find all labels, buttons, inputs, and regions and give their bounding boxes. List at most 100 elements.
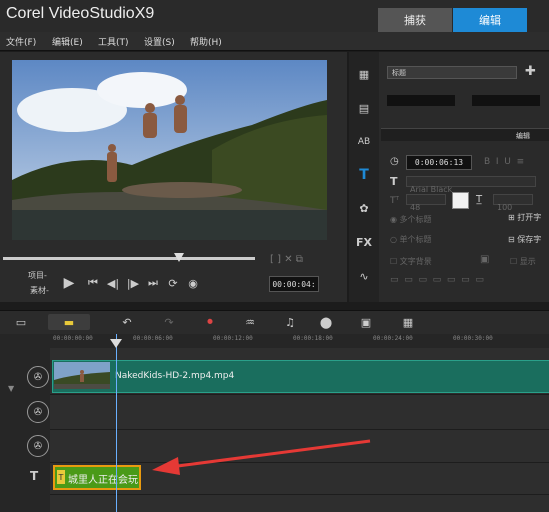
arrow-shaft <box>169 439 371 469</box>
tab-capture[interactable]: 捕获 <box>378 8 452 32</box>
fx-icon[interactable]: FX <box>352 232 376 252</box>
video-preview <box>12 60 327 240</box>
font-size-select[interactable]: 48 <box>406 194 446 212</box>
graphic-icon[interactable]: ✿ <box>352 198 376 218</box>
video-clip-thumbnail <box>54 362 110 389</box>
play-icon[interactable]: ▶ <box>60 275 78 291</box>
timecode-display[interactable]: 00:00:04: <box>269 276 319 292</box>
title-track-icon[interactable]: T <box>30 469 38 483</box>
display-checkbox[interactable]: ☐ 显示 <box>510 256 536 267</box>
storyboard-view-icon[interactable]: ▭ <box>10 314 32 330</box>
display-label: 显示 <box>519 257 536 266</box>
undo-icon[interactable]: ↶ <box>118 314 136 330</box>
open-title-label: 打开字 <box>517 213 542 222</box>
font-name: Arial Black <box>410 185 453 194</box>
font-icon: T <box>390 175 398 188</box>
add-favorite-icon[interactable]: ✚ <box>525 64 536 79</box>
app-logo: Corel VideoStudioX9 <box>6 5 154 23</box>
line-spacing-value: 100 <box>497 203 513 212</box>
font-size-icon: Tᵀ <box>390 196 399 206</box>
enlarge-icon[interactable]: ⧉ <box>296 254 303 265</box>
volume-icon[interactable]: ◉ <box>184 276 202 290</box>
title-icon[interactable]: T <box>352 165 376 185</box>
repeat-icon[interactable]: ⟳ <box>164 276 182 290</box>
track-divider <box>50 494 549 495</box>
logo-brand: Corel <box>6 5 45 22</box>
logo-version: X9 <box>134 5 155 22</box>
multi-camera-icon[interactable]: ▦ <box>398 314 418 330</box>
preset-select-value: 标题 <box>392 68 406 77</box>
mode-clip[interactable]: 素材- <box>30 285 49 296</box>
line-spacing-select[interactable]: 100 <box>493 194 533 212</box>
overlay-track-2-icon[interactable]: ✇ <box>27 435 49 457</box>
ruler-tick: 00:00:18:00 <box>293 335 333 342</box>
text-background-label: 文字背景 <box>399 257 432 266</box>
title-clip-trim-handle[interactable]: T <box>57 470 65 484</box>
preview-thumb-b[interactable] <box>472 95 540 106</box>
media-icon[interactable]: ▦ <box>352 64 376 84</box>
ruler-tick: 00:00:24:00 <box>373 335 413 342</box>
text-style-buttons[interactable]: B I U ≡ <box>484 157 524 167</box>
single-title-radio[interactable]: ○ 单个标题 <box>390 234 432 245</box>
video-clip-name: NakedKids-HD-2.mp4.mp4 <box>115 371 235 381</box>
redo-icon[interactable]: ↷ <box>160 314 178 330</box>
next-frame-icon[interactable]: |▶ <box>124 276 142 290</box>
menu-help[interactable]: 帮助(H) <box>190 35 222 48</box>
subtitle-editor-icon[interactable]: ▣ <box>356 314 376 330</box>
mode-project[interactable]: 项目- <box>28 270 47 281</box>
playhead[interactable] <box>116 334 117 512</box>
timeline-view-icon[interactable]: ▬ <box>48 314 90 330</box>
trim-controls: [ ] ✕ ⧉ <box>270 254 342 266</box>
playhead-marker[interactable] <box>110 334 122 353</box>
scrub-bar[interactable] <box>3 257 255 260</box>
text-background-checkbox[interactable]: ☐ 文字背景 <box>390 256 432 267</box>
save-title-label: 保存字 <box>517 235 542 244</box>
video-track-icon[interactable]: ✇ <box>27 366 49 388</box>
prev-frame-icon[interactable]: ◀| <box>104 276 122 290</box>
menu-settings[interactable]: 设置(S) <box>144 35 175 48</box>
align-buttons[interactable]: ▭ ▭ ▭ ▭ ▭ ▭ ▭ <box>390 275 484 285</box>
split-icon[interactable]: ✕ <box>284 254 292 265</box>
text-color-swatch[interactable] <box>452 192 469 209</box>
multi-title-label: 多个标题 <box>399 215 432 224</box>
preview-image <box>12 60 327 240</box>
instant-project-icon[interactable]: ▤ <box>352 98 376 118</box>
menu-edit[interactable]: 编辑(E) <box>52 35 83 48</box>
save-title-button[interactable]: ⊟ 保存字 <box>508 234 541 245</box>
text-background-icon[interactable]: ▣ <box>480 254 489 265</box>
mark-in-icon[interactable]: [ <box>270 254 274 265</box>
end-icon[interactable]: ⏭ <box>144 276 162 290</box>
ruler-tick: 00:00:06:00 <box>133 335 173 342</box>
mark-out-icon[interactable]: ] <box>277 254 281 265</box>
home-icon[interactable]: ⏮ <box>84 276 102 290</box>
arrow-head <box>152 457 180 475</box>
auto-music-icon[interactable]: ♫ <box>280 314 300 330</box>
title-clip-text: 城里人正在会玩 <box>68 475 138 486</box>
font-select[interactable]: Arial Black <box>406 176 536 194</box>
motion-tracking-icon[interactable]: ⬤ <box>316 314 336 330</box>
font-size-value: 48 <box>410 203 421 212</box>
ruler-tick: 00:00:12:00 <box>213 335 253 342</box>
scrub-handle[interactable] <box>174 248 184 262</box>
menu-tools[interactable]: 工具(T) <box>98 35 129 48</box>
path-icon[interactable]: ∿ <box>352 266 376 286</box>
track-expand-icon[interactable]: ▼ <box>8 384 14 393</box>
clock-icon: ◷ <box>390 156 399 167</box>
overlay-track-icon[interactable]: ✇ <box>27 401 49 423</box>
duration-field[interactable]: 0:00:06:13 <box>406 155 472 170</box>
open-title-button[interactable]: ⊞ 打开字 <box>508 212 541 223</box>
annotation-arrow <box>152 439 371 475</box>
logo-product: VideoStudio <box>48 5 135 22</box>
edit-options-tab[interactable]: 编辑 <box>516 131 530 141</box>
transition-icon[interactable]: AB <box>352 132 376 152</box>
single-title-label: 单个标题 <box>399 235 432 244</box>
menu-file[interactable]: 文件(F) <box>6 35 36 48</box>
preview-thumb-a[interactable] <box>387 95 455 106</box>
track-divider <box>50 394 549 395</box>
record-capture-icon[interactable]: ⏺ <box>200 314 220 330</box>
multi-title-radio[interactable]: ◉ 多个标题 <box>390 214 432 225</box>
preset-select[interactable]: 标题 <box>387 66 517 79</box>
ruler-tick: 00:00:30:00 <box>453 335 493 342</box>
sound-mixer-icon[interactable]: ♒ <box>240 314 260 330</box>
tab-edit[interactable]: 编辑 <box>453 8 527 32</box>
